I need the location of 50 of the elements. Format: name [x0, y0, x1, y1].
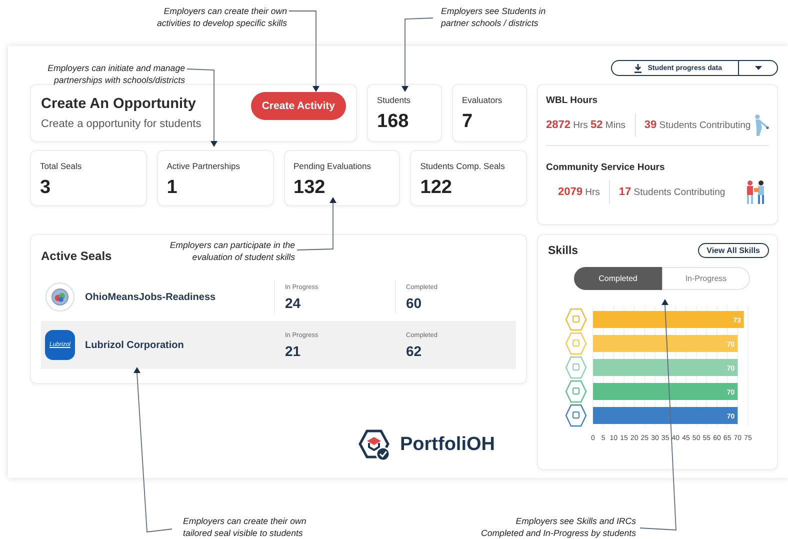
seal-name: Lubrizol Corporation: [85, 340, 184, 350]
annotation-text: Employers see Skills and IRCs Completed and In-Progress by students: [480, 515, 636, 539]
section-title: Skills: [548, 244, 578, 256]
toggle-tab[interactable]: Completed: [574, 267, 662, 290]
stat-label: Pending Evaluations: [294, 161, 372, 171]
seal-name: OhioMeansJobs-Readiness: [85, 292, 216, 302]
brand-logo-icon: [358, 428, 392, 462]
brand-name: PortfoliOH: [400, 434, 495, 456]
stat-label: Total Seals: [40, 161, 83, 171]
seal-logo-icon: [45, 282, 75, 312]
stat-label: Active Partnerships: [166, 161, 241, 171]
card-title: Create An Opportunity: [41, 96, 197, 112]
skill-badge-icon: [565, 308, 587, 331]
stat-label: Students Comp. Seals: [420, 161, 506, 171]
stat-label: Students: [377, 95, 412, 105]
dropdown-button[interactable]: [738, 60, 778, 76]
stat-value: 7: [462, 111, 474, 133]
skill-badge-icon: [565, 332, 587, 355]
section-title: Active Seals: [41, 249, 112, 263]
seal-count: 60: [406, 294, 423, 310]
hours-title: WBL Hours: [546, 95, 599, 106]
stat-value: 122: [420, 177, 453, 199]
card-subtitle: Create a opportunity for students: [41, 118, 202, 130]
stat-label: Evaluators: [462, 95, 504, 105]
seal-count: 62: [406, 342, 423, 358]
stat-value: 168: [377, 111, 410, 133]
caret-icon: [754, 66, 762, 70]
hours-amount: 2079 Hrs: [558, 186, 600, 198]
annotation-text: Employers can initiate and manage partnerships with schools/districts: [46, 62, 185, 86]
stat-value: 132: [294, 177, 326, 199]
skill-badge-icon: [565, 404, 587, 427]
download-icon: [634, 64, 642, 72]
students-contributing: 39 Students Contributing: [644, 119, 751, 131]
skill-badge-icon: [565, 380, 587, 403]
annotation-text: Employers can create their own tailored seal visible to students: [183, 515, 308, 539]
seal-count: 24: [285, 294, 302, 310]
hours-amount: 2872 Hrs 52 Mins: [546, 119, 626, 131]
annotation-text: Employers see Students in partner schools / districts: [441, 5, 547, 29]
annotation-text: Employers can participate in the evaluation of student skills: [168, 239, 295, 263]
seal-count: 21: [285, 342, 302, 358]
hours-title: Community Service Hours: [546, 162, 666, 173]
leader-line: [296, 197, 336, 250]
create-activity-button[interactable]: Create Activity: [250, 92, 346, 120]
stat-value: 3: [40, 177, 52, 199]
view-all-skills-button[interactable]: View All Skills: [698, 243, 769, 258]
students-contributing: 17 Students Contributing: [618, 186, 726, 198]
annotation-text: Employers can create their own activities to develop specific skills: [156, 5, 287, 29]
toggle-tab[interactable]: In-Progress: [662, 267, 750, 290]
stat-value: 1: [166, 177, 178, 199]
skill-badge-icon: [565, 356, 587, 379]
